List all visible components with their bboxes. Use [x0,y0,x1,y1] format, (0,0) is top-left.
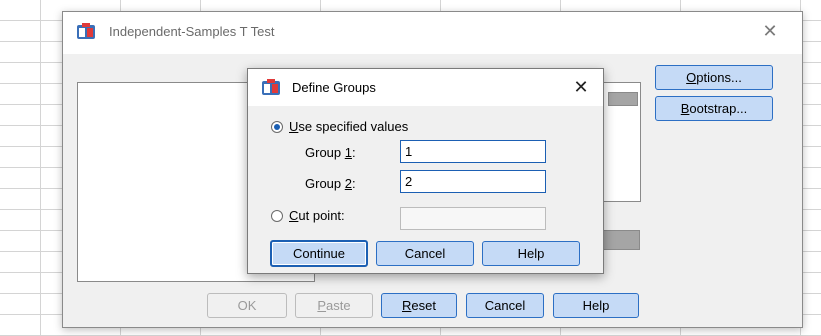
group2-input[interactable] [400,170,546,193]
grid-line [40,0,41,336]
cut-point-input[interactable] [400,207,546,230]
use-specified-values-radio[interactable] [271,121,283,133]
selected-variable-highlight [608,92,638,106]
group2-label: Group 2: [305,176,356,191]
define-groups-titlebar: Define Groups ✕ [248,69,603,106]
use-specified-values-label: Use specified values [289,119,409,134]
options-button[interactable]: Options... [655,65,773,90]
group1-label: Group 1: [305,145,356,160]
grouping-variable-field[interactable] [603,230,640,250]
main-dialog-title: Independent-Samples T Test [109,24,275,39]
bootstrap-button[interactable]: Bootstrap... [655,96,773,121]
reset-button[interactable]: Reset [381,293,457,318]
cut-point-radio[interactable] [271,210,283,222]
paste-button[interactable]: Paste [295,293,373,318]
spss-app-icon [262,79,280,95]
group1-input[interactable] [400,140,546,163]
define-groups-help-button[interactable]: Help [482,241,580,266]
define-groups-close-icon[interactable]: ✕ [571,77,591,97]
define-groups-cancel-button[interactable]: Cancel [376,241,474,266]
spss-app-icon [77,23,95,39]
continue-button[interactable]: Continue [270,240,368,267]
cut-point-label: Cut point: [289,208,345,223]
define-groups-dialog: Define Groups ✕ Use specified values Gro… [247,68,604,274]
main-close-icon[interactable]: ✕ [760,21,780,41]
main-help-button[interactable]: Help [553,293,639,318]
ok-button[interactable]: OK [207,293,287,318]
main-titlebar: Independent-Samples T Test ✕ [63,12,802,54]
define-groups-title: Define Groups [292,80,376,95]
main-cancel-button[interactable]: Cancel [466,293,544,318]
